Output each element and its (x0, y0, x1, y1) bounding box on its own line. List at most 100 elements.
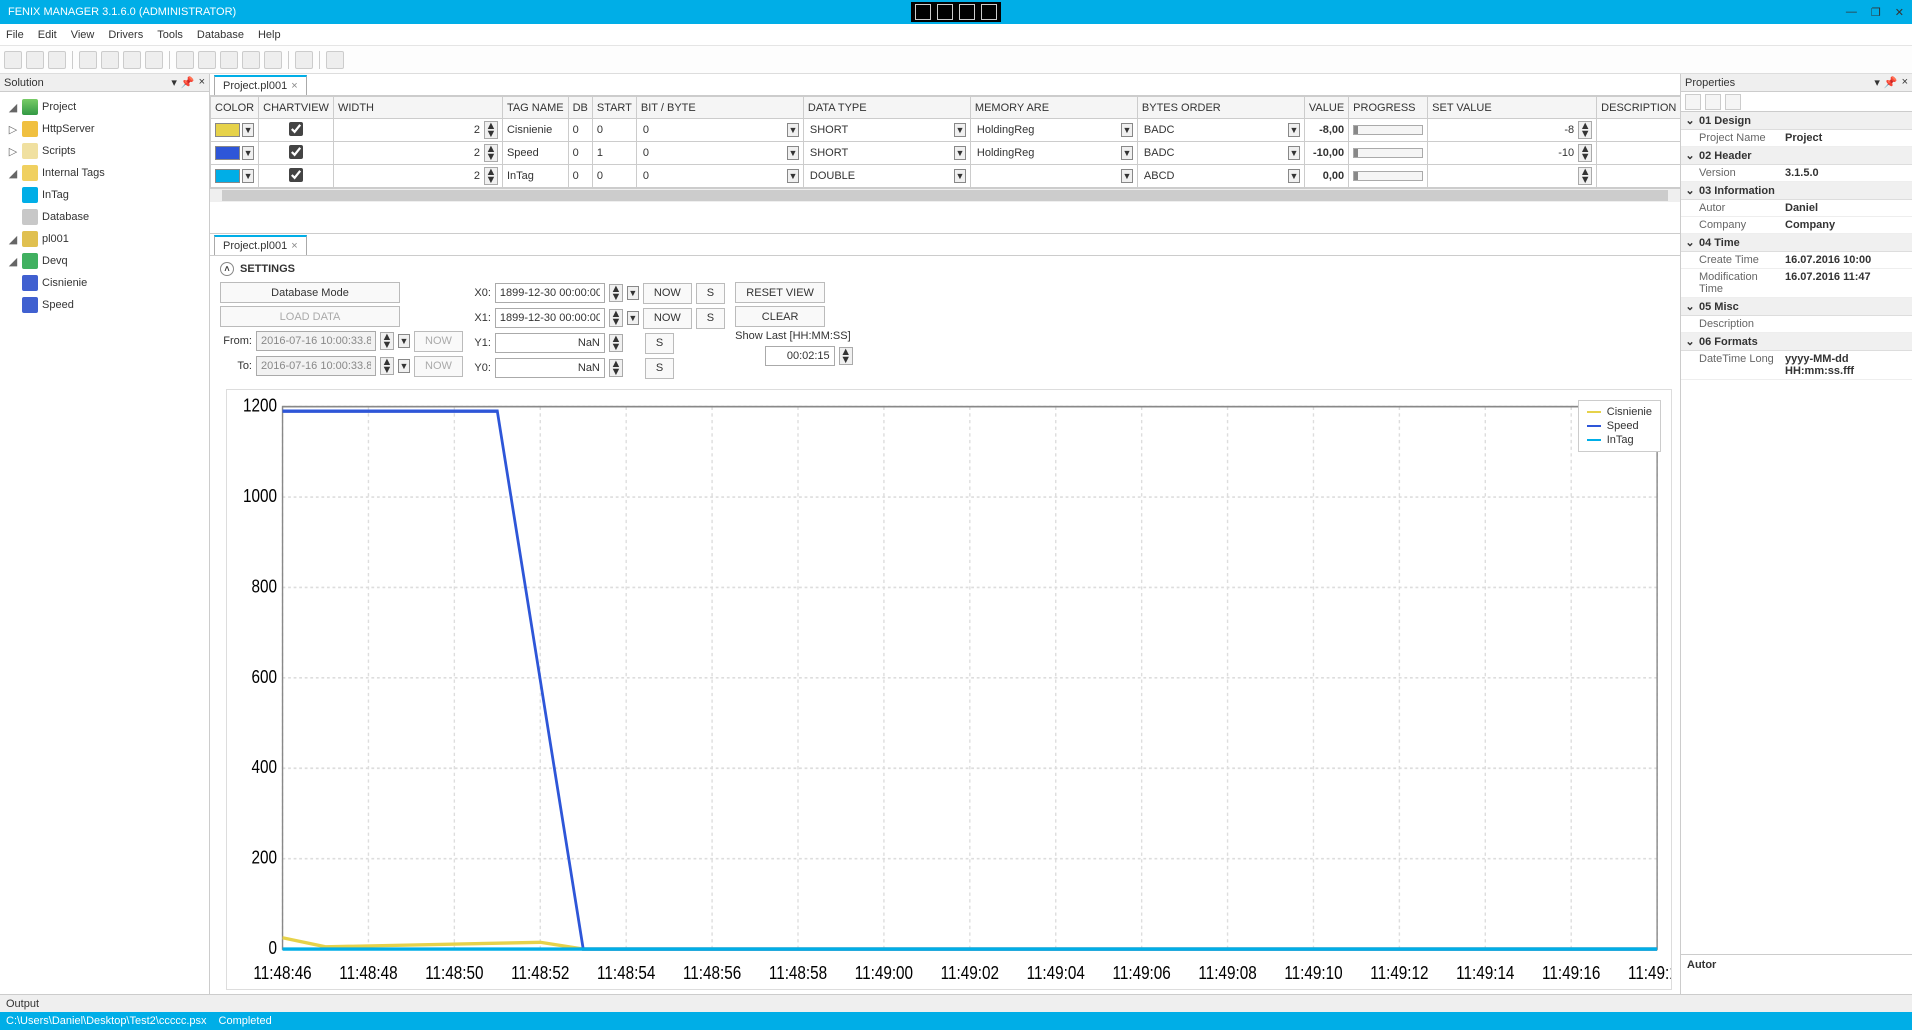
help-icon[interactable] (326, 51, 344, 69)
chartview-checkbox[interactable] (289, 145, 303, 159)
categorize-icon[interactable] (1685, 94, 1701, 110)
grid-row[interactable]: ▼▲▼Cisnienie00▼▼▼▼-8,00▲▼ (211, 119, 1681, 142)
grid-header[interactable]: SET VALUE (1428, 97, 1597, 119)
close-panel-icon[interactable]: × (199, 76, 205, 89)
x1-input[interactable] (495, 308, 605, 328)
datatype-select[interactable] (808, 121, 954, 139)
tree-internal-tags[interactable]: ◢Internal Tags (0, 162, 209, 184)
tab-chart-pl001[interactable]: Project.pl001× (214, 235, 307, 255)
dropdown-icon[interactable]: ▾ (1874, 76, 1880, 89)
property-row[interactable]: Create Time16.07.2016 10:00 (1681, 252, 1912, 269)
tree-intag[interactable]: InTag (0, 184, 209, 206)
spinner[interactable]: ▲▼ (1578, 121, 1592, 139)
dropdown-icon[interactable]: ▼ (398, 359, 410, 373)
dropdown-icon[interactable]: ▼ (1121, 123, 1133, 137)
grid-header[interactable]: BYTES ORDER (1137, 97, 1304, 119)
grid-row[interactable]: ▼▲▼InTag00▼▼▼▼0,00▲▼ (211, 165, 1681, 188)
grid-header[interactable]: PROGRESS (1349, 97, 1428, 119)
spinner[interactable]: ▲▼ (609, 309, 623, 327)
menu-database[interactable]: Database (197, 29, 244, 41)
clear-button[interactable]: CLEAR (735, 306, 825, 327)
output-panel-header[interactable]: Output (0, 994, 1912, 1012)
bit-input[interactable] (641, 167, 787, 185)
dropdown-icon[interactable]: ▼ (787, 169, 799, 183)
property-category[interactable]: ⌄05 Misc (1681, 298, 1912, 316)
spinner[interactable]: ▲▼ (609, 359, 623, 377)
close-panel-icon[interactable]: × (1902, 76, 1908, 89)
datatype-select[interactable] (808, 167, 954, 185)
database-icon[interactable] (145, 51, 163, 69)
setvalue-input[interactable] (1432, 144, 1578, 162)
color-swatch[interactable] (215, 146, 240, 160)
spinner[interactable]: ▲▼ (1578, 144, 1592, 162)
overlay-icon[interactable] (937, 4, 953, 20)
collapse-icon[interactable]: ˄ (220, 262, 234, 276)
now-button[interactable]: NOW (414, 331, 463, 352)
width-input[interactable] (338, 144, 484, 162)
property-row[interactable]: Version3.1.5.0 (1681, 165, 1912, 182)
menu-tools[interactable]: Tools (157, 29, 183, 41)
new-icon[interactable] (4, 51, 22, 69)
overlay-icon[interactable] (981, 4, 997, 20)
color-swatch[interactable] (215, 169, 240, 183)
grid-header[interactable]: COLOR (211, 97, 259, 119)
menu-help[interactable]: Help (258, 29, 281, 41)
bar-red-icon[interactable] (79, 51, 97, 69)
setvalue-input[interactable] (1432, 167, 1578, 185)
property-category[interactable]: ⌄04 Time (1681, 234, 1912, 252)
grid-header[interactable]: BIT / BYTE (636, 97, 803, 119)
property-row[interactable]: AutorDaniel (1681, 200, 1912, 217)
tree-speed[interactable]: Speed (0, 294, 209, 316)
chartview-checkbox[interactable] (289, 168, 303, 182)
forward-icon[interactable] (242, 51, 260, 69)
property-category[interactable]: ⌄01 Design (1681, 112, 1912, 130)
play-icon[interactable] (198, 51, 216, 69)
tree-devq[interactable]: ◢Devq (0, 250, 209, 272)
spinner[interactable]: ▲▼ (484, 121, 498, 139)
close-tab-icon[interactable]: × (291, 80, 297, 92)
menu-drivers[interactable]: Drivers (108, 29, 143, 41)
db-cell[interactable]: 0 (568, 165, 592, 188)
dropdown-icon[interactable]: ▼ (1288, 146, 1300, 160)
now-button[interactable]: NOW (643, 283, 692, 304)
grid-header[interactable]: CHARTVIEW (259, 97, 334, 119)
property-category[interactable]: ⌄03 Information (1681, 182, 1912, 200)
now-button[interactable]: NOW (643, 308, 692, 329)
grid-header[interactable]: MEMORY ARE (970, 97, 1137, 119)
dropdown-icon[interactable]: ▼ (1288, 123, 1300, 137)
memory-select[interactable] (975, 121, 1121, 139)
pin-icon[interactable]: 📌 (1884, 76, 1898, 89)
grid-header[interactable]: DESCRIPTION (1597, 97, 1680, 119)
description-cell[interactable] (1597, 142, 1680, 165)
memory-select[interactable] (975, 144, 1121, 162)
start-cell[interactable]: 1 (592, 142, 636, 165)
width-input[interactable] (338, 121, 484, 139)
line-chart[interactable]: 02004006008001000120011:48:4611:48:4811:… (226, 389, 1672, 990)
tagname-cell[interactable]: Cisnienie (502, 119, 568, 142)
db-cell[interactable]: 0 (568, 119, 592, 142)
db-cell[interactable]: 0 (568, 142, 592, 165)
dropdown-icon[interactable]: ▼ (787, 123, 799, 137)
bytesorder-select[interactable] (1142, 144, 1288, 162)
spinner[interactable]: ▲▼ (380, 357, 394, 375)
bit-input[interactable] (641, 121, 787, 139)
spinner[interactable]: ▲▼ (609, 284, 623, 302)
chartview-checkbox[interactable] (289, 122, 303, 136)
maximize-button[interactable]: ❐ (1871, 6, 1881, 19)
grid-header[interactable]: TAG NAME (502, 97, 568, 119)
dropdown-icon[interactable]: ▼ (398, 334, 410, 348)
s-button[interactable]: S (696, 308, 725, 329)
save-icon[interactable] (48, 51, 66, 69)
horizontal-scrollbar[interactable] (210, 188, 1680, 202)
dropdown-icon[interactable]: ▼ (1121, 169, 1133, 183)
bit-input[interactable] (641, 144, 787, 162)
spinner[interactable]: ▲▼ (380, 332, 394, 350)
spinner[interactable]: ▲▼ (609, 334, 623, 352)
bytesorder-select[interactable] (1142, 167, 1288, 185)
menu-edit[interactable]: Edit (38, 29, 57, 41)
property-category[interactable]: ⌄02 Header (1681, 147, 1912, 165)
s-button[interactable]: S (645, 358, 674, 379)
width-input[interactable] (338, 167, 484, 185)
bar-green-icon[interactable] (101, 51, 119, 69)
dropdown-icon[interactable]: ▼ (1121, 146, 1133, 160)
